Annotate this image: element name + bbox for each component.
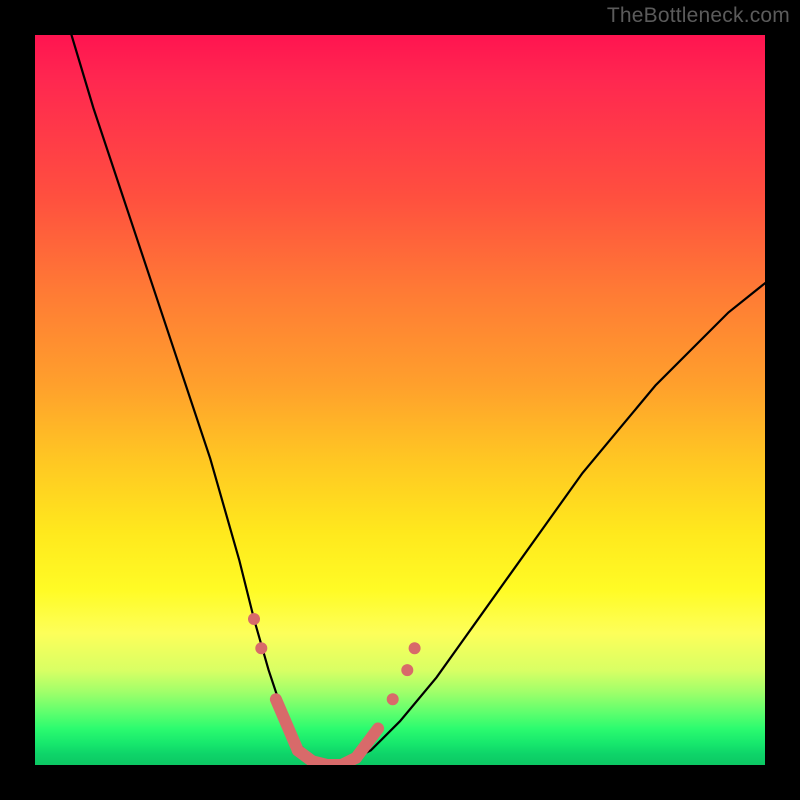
watermark-text: TheBottleneck.com (607, 4, 790, 28)
highlight-marker-dot (248, 613, 260, 625)
highlight-marker-bottom (298, 750, 356, 765)
highlight-marker-dot (401, 664, 413, 676)
highlight-marker-dot (409, 642, 421, 654)
chart-svg (35, 35, 765, 765)
highlight-marker-dot (387, 693, 399, 705)
bottleneck-curve-line (72, 35, 766, 765)
curve-line-group (72, 35, 766, 765)
highlight-marker-dot (255, 642, 267, 654)
highlight-marker (276, 699, 298, 750)
chart-plot-area (35, 35, 765, 765)
chart-frame: TheBottleneck.com (0, 0, 800, 800)
